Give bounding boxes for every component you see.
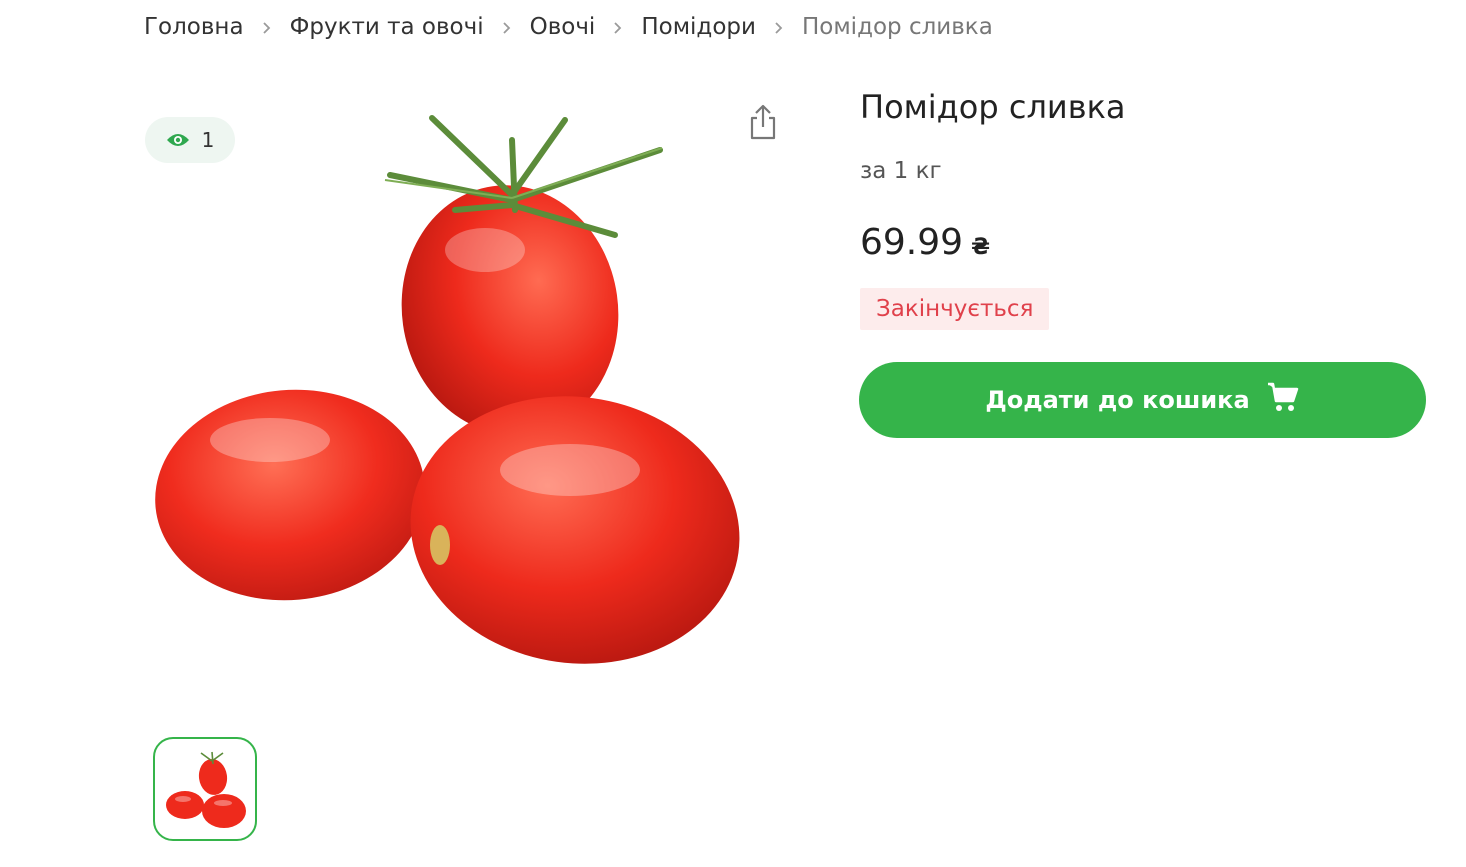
breadcrumb-home[interactable]: Головна xyxy=(144,14,244,40)
breadcrumb-fruits-vegetables[interactable]: Фрукти та овочі xyxy=(290,14,484,40)
breadcrumb-current: Помідор сливка xyxy=(801,14,993,40)
add-to-cart-label: Додати до кошика xyxy=(985,386,1250,414)
breadcrumb-tomatoes[interactable]: Помідори xyxy=(641,14,756,40)
chevron-right-icon xyxy=(756,17,802,38)
chevron-right-icon xyxy=(484,17,530,38)
share-button[interactable] xyxy=(744,103,782,145)
add-to-cart-button[interactable]: Додати до кошика xyxy=(859,362,1426,438)
chevron-right-icon xyxy=(595,17,641,38)
breadcrumb: Головна Фрукти та овочі Овочі Помідори П… xyxy=(144,10,993,44)
breadcrumb-vegetables[interactable]: Овочі xyxy=(530,14,596,40)
product-thumbnail[interactable] xyxy=(153,737,257,841)
product-title: Помідор сливка xyxy=(860,88,1126,126)
chevron-right-icon xyxy=(244,17,290,38)
price-currency: ₴ xyxy=(971,235,990,260)
cart-icon xyxy=(1266,381,1300,419)
views-badge: 1 xyxy=(145,117,235,163)
product-unit: за 1 кг xyxy=(860,158,942,184)
product-page: Головна Фрукти та овочі Овочі Помідори П… xyxy=(0,0,1466,867)
stock-status-badge: Закінчується xyxy=(860,288,1050,330)
eye-icon xyxy=(166,132,190,148)
share-icon xyxy=(747,103,779,145)
product-price: 69.99 ₴ xyxy=(860,222,990,263)
views-count: 1 xyxy=(201,128,215,152)
product-main-image[interactable] xyxy=(140,100,760,690)
price-value: 69.99 xyxy=(860,222,964,263)
